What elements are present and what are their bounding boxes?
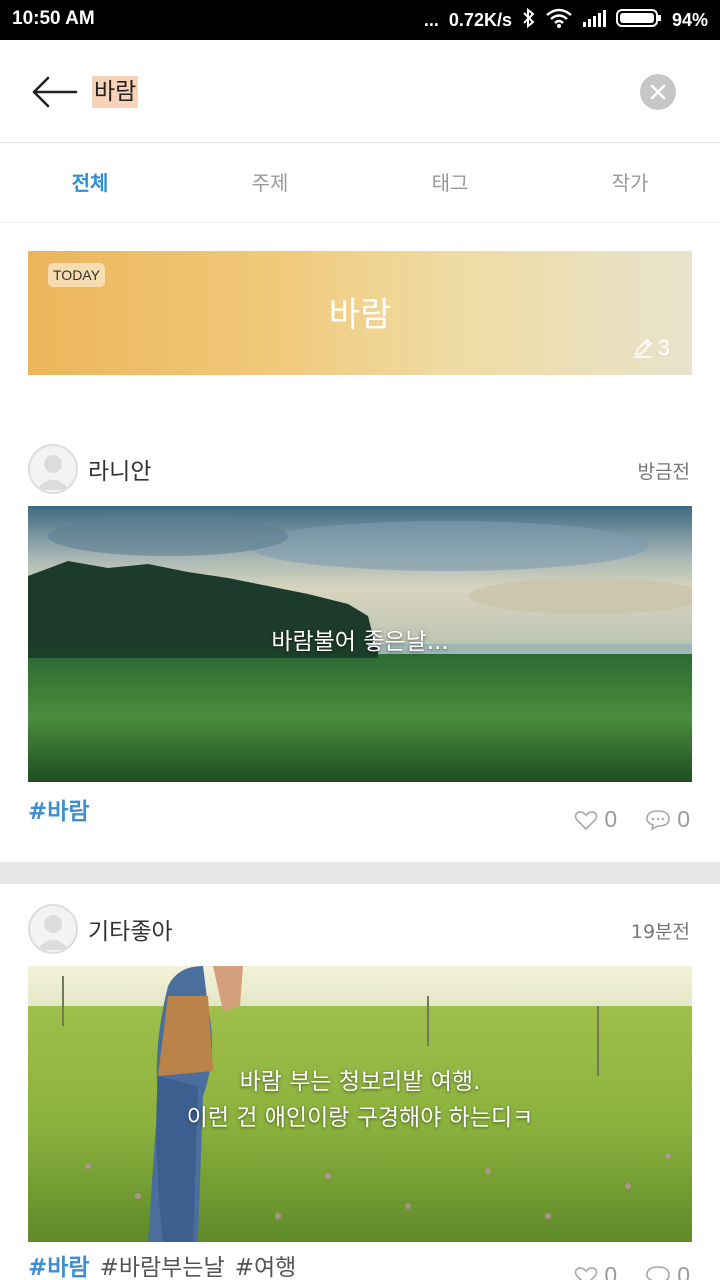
author-name[interactable]: 기타좋아 xyxy=(88,912,173,946)
post-image[interactable]: 바람 부는 청보리밭 여행. 이런 건 애인이랑 구경해야 하는디ㅋ xyxy=(28,966,692,1242)
caption-line: 바람 부는 청보리밭 여행. xyxy=(239,1069,481,1095)
post-time: 방금전 xyxy=(637,461,690,483)
search-input[interactable]: 바람 xyxy=(92,76,139,108)
like-button[interactable]: 0 xyxy=(574,1262,617,1280)
status-time: 10:50 AM xyxy=(12,8,95,29)
wifi-icon xyxy=(546,8,572,33)
post-stats: 0 0 xyxy=(574,806,690,833)
tab-author[interactable]: 작가 xyxy=(540,144,720,222)
like-count: 0 xyxy=(604,806,618,832)
comment-icon xyxy=(646,1265,671,1280)
tag-link[interactable]: #바람 xyxy=(28,1248,90,1280)
today-topic-card[interactable]: TODAY 바람 3 xyxy=(28,251,692,375)
tag-link[interactable]: #여행 xyxy=(235,1248,297,1280)
heart-icon xyxy=(575,810,598,830)
pencil-icon xyxy=(633,339,652,358)
comment-count: 0 xyxy=(677,1262,690,1280)
tab-topic[interactable]: 주제 xyxy=(180,144,360,222)
comment-count: 0 xyxy=(677,806,690,832)
battery-percent: 94% xyxy=(671,9,708,30)
today-badge: TODAY xyxy=(48,263,105,287)
signal-icon xyxy=(582,9,606,32)
comment-button[interactable]: 0 xyxy=(645,1262,690,1280)
tab-all[interactable]: 전체 xyxy=(0,144,180,222)
post-caption: 바람불어 좋은날... xyxy=(28,624,692,660)
author-name[interactable]: 라니안 xyxy=(88,452,151,486)
caption-line: 바람불어 좋은날... xyxy=(271,629,449,655)
post-time: 19분전 xyxy=(630,921,690,943)
post-caption: 바람 부는 청보리밭 여행. 이런 건 애인이랑 구경해야 하는디ㅋ xyxy=(28,1064,692,1136)
today-topic-word: 바람 xyxy=(328,295,392,335)
section-divider xyxy=(0,862,720,884)
post-card: 라니안 방금전 바람불어 좋은날... #바람 0 0 xyxy=(0,444,720,844)
back-arrow-icon xyxy=(32,76,78,108)
avatar[interactable] xyxy=(28,904,78,954)
search-header: 바람 xyxy=(0,40,720,143)
status-dots: ... xyxy=(423,9,439,30)
tag-list: #바람 xyxy=(28,792,90,826)
heart-icon xyxy=(575,1266,598,1280)
clear-search-button[interactable] xyxy=(640,74,676,110)
tag-list: #바람 #바람부는날 #여행 xyxy=(28,1248,296,1280)
status-right: ... 0.72K/s 94% xyxy=(424,6,708,34)
caption-line: 이런 건 애인이랑 구경해야 하는디ㅋ xyxy=(186,1105,534,1131)
avatar[interactable] xyxy=(28,444,78,494)
post-card: 기타좋아 19분전 바람 부는 청보리밭 여행. 이런 건 애인이랑 구경해야 … xyxy=(0,904,720,1280)
comment-button[interactable]: 0 xyxy=(645,806,690,833)
post-stats: 0 0 xyxy=(574,1262,690,1280)
back-button[interactable] xyxy=(28,70,80,114)
search-tabs: 전체 주제 태그 작가 xyxy=(0,144,720,223)
tag-link[interactable]: #바람부는날 xyxy=(100,1248,225,1280)
battery-icon xyxy=(615,8,662,33)
close-icon xyxy=(650,84,666,100)
post-image[interactable]: 바람불어 좋은날... xyxy=(28,506,692,782)
today-count-value: 3 xyxy=(657,335,670,360)
comment-icon xyxy=(646,809,671,830)
today-post-count: 3 xyxy=(632,335,670,361)
like-count: 0 xyxy=(604,1262,618,1280)
status-bar: 10:50 AM ... 0.72K/s 94% xyxy=(0,0,720,40)
network-speed: 0.72K/s xyxy=(448,9,512,30)
like-button[interactable]: 0 xyxy=(574,806,617,833)
bluetooth-icon xyxy=(522,7,536,34)
tab-tag[interactable]: 태그 xyxy=(360,144,540,222)
tag-link[interactable]: #바람 xyxy=(28,792,90,826)
